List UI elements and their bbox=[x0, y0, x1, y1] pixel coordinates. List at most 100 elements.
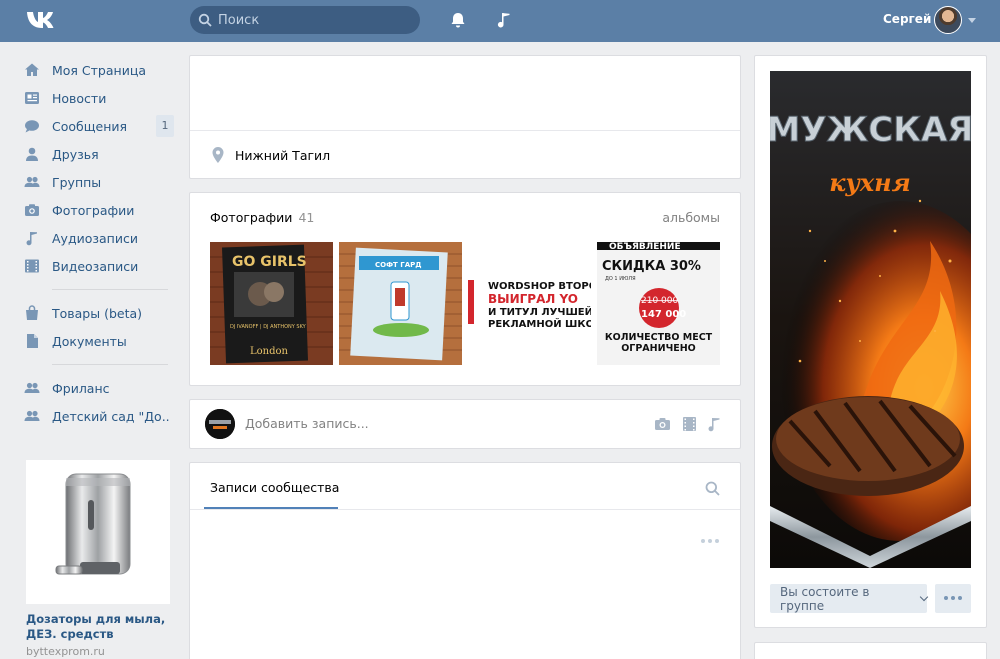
groups-icon bbox=[24, 176, 40, 187]
city-label: Нижний Тагил bbox=[235, 148, 331, 163]
sidebar-item-friends[interactable]: Друзья bbox=[24, 140, 174, 168]
photos-title-label: Фотографии bbox=[210, 210, 293, 225]
sidebar-item-label: Аудиозаписи bbox=[52, 230, 138, 246]
search-icon[interactable] bbox=[705, 481, 720, 496]
sidebar-ad[interactable]: Дозаторы для мыла, ДЕЗ. средств byttexpr… bbox=[26, 460, 170, 658]
video-icon[interactable] bbox=[681, 416, 698, 432]
sidebar-item-label: Друзья bbox=[52, 146, 99, 162]
sidebar-item-label: Документы bbox=[52, 333, 127, 349]
sidebar-item-messages[interactable]: Сообщения 1 bbox=[24, 112, 174, 140]
photo-thumbnail[interactable]: GO GIRLS DJ IVANOFF | DJ ANTHONY SKY Lon… bbox=[210, 242, 333, 365]
film-icon bbox=[25, 259, 39, 273]
sidebar-item-label: Группы bbox=[52, 174, 102, 190]
sidebar-item-audio[interactable]: Аудиозаписи bbox=[24, 224, 174, 252]
more-options-icon[interactable] bbox=[700, 538, 720, 544]
tab-community-posts[interactable]: Записи сообщества bbox=[210, 480, 339, 495]
cover-title: МУЖСКАЯ bbox=[770, 110, 971, 150]
sidebar-item-label: Фотографии bbox=[52, 202, 135, 218]
sidebar-item-label: Товары (beta) bbox=[52, 305, 143, 321]
more-options-icon bbox=[944, 596, 962, 600]
sidebar-item-news[interactable]: Новости bbox=[24, 84, 174, 112]
photo-text: И ТИТУЛ ЛУЧШЕЙ bbox=[488, 305, 591, 318]
photo-text: СКИДКА 30% bbox=[602, 259, 701, 274]
soap-dispenser-image bbox=[55, 473, 131, 575]
user-name[interactable]: Сергей bbox=[883, 12, 931, 26]
photos-title[interactable]: Фотографии 41 bbox=[210, 210, 314, 225]
sidebar-item-kindergarten[interactable]: Детский сад "До.. bbox=[24, 402, 174, 430]
photo-text: DJ IVANOFF | DJ ANTHONY SKY bbox=[230, 324, 307, 330]
sidebar-item-label: Фриланс bbox=[52, 380, 110, 396]
photo-text: 210 000 bbox=[641, 296, 678, 306]
search-box[interactable] bbox=[190, 6, 420, 34]
sidebar-item-label: Моя Страница bbox=[52, 62, 146, 78]
group-cover-card: МУЖСКАЯ кухня Вы состоите в группе bbox=[754, 55, 987, 628]
home-icon bbox=[25, 63, 39, 76]
post-composer: Добавить запись... bbox=[189, 399, 741, 449]
messages-icon bbox=[25, 120, 39, 133]
notifications-bell-icon[interactable] bbox=[449, 11, 467, 29]
photo-thumbnail[interactable]: WORDSHOP ВТОРО ВЫИГРАЛ YO И ТИТУЛ ЛУЧШЕЙ… bbox=[468, 242, 591, 365]
user-avatar[interactable] bbox=[934, 6, 962, 34]
ad-title[interactable]: Дозаторы для мыла, ДЕЗ. средств bbox=[26, 612, 170, 642]
sidebar-item-label: Новости bbox=[52, 90, 107, 106]
search-icon bbox=[198, 13, 212, 27]
sidebar-item-goods[interactable]: Товары (beta) bbox=[24, 299, 174, 327]
sidebar-item-groups[interactable]: Группы bbox=[24, 168, 174, 196]
news-icon bbox=[25, 92, 39, 104]
photo-text: London bbox=[250, 346, 289, 357]
music-note-icon bbox=[26, 232, 37, 246]
groups-icon bbox=[24, 382, 40, 393]
photo-thumbnail[interactable]: СОФТ ГАРД bbox=[339, 242, 462, 365]
add-post-input[interactable]: Добавить запись... bbox=[245, 416, 369, 431]
photo-thumbnail[interactable]: ОБЪЯВЛЕНИЕ СКИДКА 30% ДО 1 ИЮЛЯ 210 000 … bbox=[597, 242, 720, 365]
music-icon[interactable] bbox=[706, 416, 723, 432]
ad-url[interactable]: byttexprom.ru bbox=[26, 645, 170, 658]
group-avatar bbox=[205, 409, 235, 439]
chevron-down-icon[interactable] bbox=[968, 18, 976, 23]
sidebar-item-freelance[interactable]: Фриланс bbox=[24, 374, 174, 402]
membership-button[interactable]: Вы состоите в группе bbox=[770, 584, 929, 613]
sidebar-item-video[interactable]: Видеозаписи bbox=[24, 252, 174, 280]
unread-count-badge: 1 bbox=[156, 115, 174, 137]
wall-card: Записи сообщества bbox=[189, 462, 741, 659]
groups-icon bbox=[24, 410, 40, 421]
divider bbox=[52, 289, 168, 290]
sidebar-item-label: Видеозаписи bbox=[52, 258, 139, 274]
photo-text: 147 000 bbox=[641, 309, 686, 320]
document-icon bbox=[27, 334, 38, 348]
albums-link[interactable]: альбомы bbox=[662, 210, 720, 225]
photo-text: РЕКЛАМНОЙ ШКО bbox=[488, 317, 591, 330]
photo-text: КОЛИЧЕСТВО МЕСТ ОГРАНИЧЕНО bbox=[604, 332, 713, 354]
photo-text: ДО 1 ИЮЛЯ bbox=[605, 276, 636, 282]
photo-text: WORDSHOP ВТОРО bbox=[488, 281, 591, 292]
left-sidebar: Моя Страница Новости Сообщения 1 Друзья … bbox=[24, 56, 174, 430]
location-pin-icon bbox=[212, 147, 224, 163]
sidebar-item-label: Детский сад "До.. bbox=[52, 408, 170, 424]
vk-logo-icon[interactable] bbox=[26, 9, 60, 31]
music-icon[interactable] bbox=[495, 10, 513, 28]
chevron-down-icon bbox=[919, 592, 929, 601]
shopping-bag-icon bbox=[26, 305, 38, 320]
camera-icon[interactable] bbox=[654, 416, 671, 432]
ad-image[interactable] bbox=[26, 460, 170, 604]
more-actions-button[interactable] bbox=[935, 584, 971, 613]
divider bbox=[190, 509, 740, 510]
sidebar-item-my-page[interactable]: Моя Страница bbox=[24, 56, 174, 84]
photo-text: GO GIRLS bbox=[232, 254, 307, 270]
camera-icon bbox=[25, 204, 39, 216]
photos-count: 41 bbox=[298, 210, 315, 225]
photo-text: СОФТ ГАРД bbox=[375, 261, 421, 269]
sidebar-item-photos[interactable]: Фотографии bbox=[24, 196, 174, 224]
photos-card: Фотографии 41 альбомы GO GIRLS DJ IVANOFF… bbox=[189, 192, 741, 386]
search-input[interactable] bbox=[218, 10, 408, 30]
photo-text: ВЫИГРАЛ YO bbox=[488, 292, 578, 306]
divider bbox=[190, 130, 740, 131]
friend-icon bbox=[26, 147, 38, 161]
group-cover-image[interactable]: МУЖСКАЯ кухня bbox=[770, 71, 971, 568]
group-info-card: Нижний Тагил bbox=[189, 55, 741, 179]
next-card bbox=[754, 642, 987, 659]
top-header: Сергей bbox=[0, 0, 1000, 42]
cover-subtitle: кухня bbox=[829, 168, 911, 197]
sidebar-item-documents[interactable]: Документы bbox=[24, 327, 174, 355]
photo-text: ОБЪЯВЛЕНИЕ bbox=[609, 242, 681, 252]
